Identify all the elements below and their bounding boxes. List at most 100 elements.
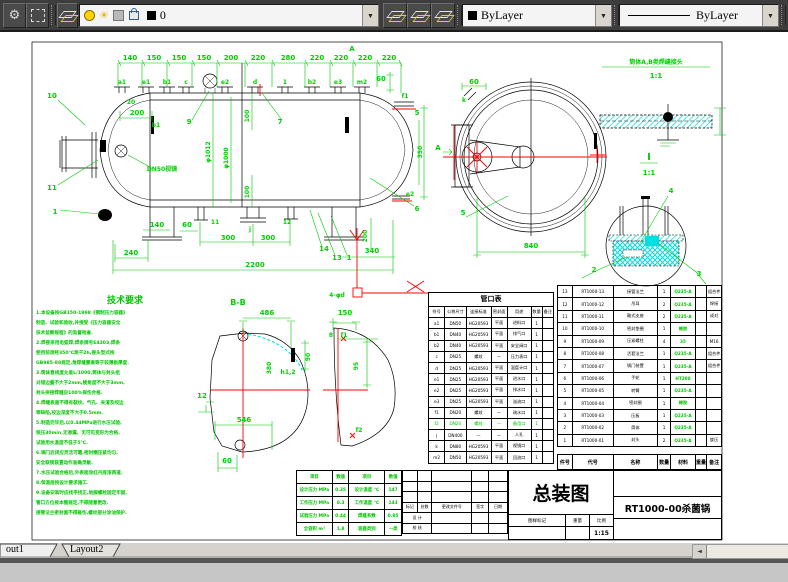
tech-req-line: 6.锅门启闭应灵活可靠,密封圈压紧均匀, [36, 451, 118, 456]
dim-200-left: 200 [130, 109, 145, 117]
layer-previous-button[interactable] [407, 3, 431, 28]
drawing-title: 总装图 [508, 470, 614, 515]
sun-icon[interactable]: ☀ [99, 9, 109, 22]
param-rows: 项目 数值 项目 数值 设计压力 MPa 0.35 设计温度 ℃ 147 工作压力 MPa 0… [296, 470, 402, 536]
part-10: 10 [47, 92, 57, 100]
code-cell-bottom [613, 518, 722, 540]
part-11-bot: 11 [211, 219, 219, 226]
port-e1: e1 [142, 79, 150, 86]
tech-req-line: 保压30min,无渗漏、无可见变形为合格, [36, 431, 120, 436]
freeze-icon[interactable] [112, 10, 124, 21]
bb-dim-150: 150 [338, 309, 353, 317]
scroll-left-button[interactable]: ◄ [693, 545, 707, 558]
bom-row: 13 RT1000-13 接管法兰 1 Q235-A 组合件 [557, 284, 722, 299]
nozzle-row: f2 DN20 螺纹 — 备用口 1 [427, 417, 555, 431]
layer-manager-button[interactable] [57, 3, 78, 28]
dim-20: 20 [127, 99, 135, 106]
port-1: 1 [283, 79, 287, 86]
linetype-dropdown[interactable]: ByLayer ▼ [619, 4, 779, 27]
nozzle-row: j DN400— — 人孔 1 [427, 429, 555, 442]
bom-header-row: 件号 代号 名称 数量 材料 重量 备注 [557, 454, 722, 470]
part-12-bot: 12 [283, 219, 291, 226]
end-view: 60 k A 5 840 [420, 78, 607, 258]
color-dropdown-arrow[interactable]: ▼ [595, 5, 611, 26]
tab-layout1[interactable]: out1 [6, 544, 24, 555]
part-11: 11 [47, 184, 57, 192]
make-layer-current-button[interactable] [383, 3, 407, 28]
nozzle-row: f1 DN20 螺纹 — 疏水口 1 [427, 406, 555, 419]
nozzle-row: m2 DN50 HG20593 平面 回流口 1 [427, 451, 555, 464]
dim-top-2: 150 [172, 54, 187, 62]
layer-states-button[interactable] [431, 3, 455, 28]
color-dropdown[interactable]: ByLayer ▼ [462, 4, 612, 27]
port-c: c [184, 79, 188, 86]
section-a-label: A [349, 45, 355, 53]
bom-row: 8 RT1000-08 活套法兰 1 Q235-A 组合件 [557, 346, 722, 361]
design-parameter-table: 项目 数值 项目 数值 设计压力 MPa 0.35 设计温度 ℃ 147 工作压力 MPa 0… [296, 470, 402, 536]
tech-req-line: 等缺陷,咬边深度不大于0.5mm. [36, 411, 104, 416]
tech-req-line: 管口方位按本图规定,不得随意更改. [36, 501, 109, 506]
tech-req-line: 7.水压试验合格后,外表面涂红丹底漆两道. [36, 471, 123, 476]
detail-part-4: 4 [669, 187, 674, 195]
settings-button[interactable]: ⚙ [3, 3, 26, 28]
param-row: 设计压力 MPa 0.35 设计温度 ℃ 147 [296, 483, 402, 497]
bulb-icon[interactable] [84, 10, 95, 21]
color-swatch [468, 11, 477, 20]
layer-stack-icon [388, 9, 403, 22]
bom-row: 6 RT1000-06 手轮 1 HT200 [557, 371, 722, 386]
dim-top-8: 220 [334, 54, 349, 62]
toolbar-grip[interactable] [51, 5, 56, 25]
ev-part-5: 5 [461, 209, 466, 217]
bom-row: 12 RT1000-12 吊耳 2 Q235-A 焊接 [557, 297, 722, 311]
dim-top-4: 200 [224, 54, 239, 62]
port-d: d [253, 79, 257, 86]
lock-icon[interactable] [128, 8, 139, 20]
dim-100-top: 100 [244, 110, 251, 123]
dim-300-a: 300 [221, 234, 236, 242]
mark-value [508, 526, 566, 540]
part-1-bot: 1 [347, 254, 352, 262]
dim-2200: 2200 [245, 261, 265, 269]
bb-dim-380: 380 [266, 362, 273, 375]
tech-req-line: 安全联锁装置动作准确灵敏. [36, 461, 93, 466]
tech-req-title: 技术要求 [106, 296, 143, 306]
tech-req-line: 8.保温层按设计要求施工. [36, 481, 89, 486]
dim-340: 340 [365, 247, 380, 255]
bb-dim-546: 546 [237, 416, 252, 424]
color-value: ByLayer [481, 8, 523, 22]
bom-row: 11 RT1000-11 鞍式支座 2 Q235-A 成对 [557, 309, 722, 324]
port-b2: b2 [308, 79, 316, 86]
part-14: 14 [319, 245, 329, 253]
bom-row: 9 RT1000-09 压紧螺柱 4 35 M16 [557, 334, 722, 348]
tab-layout2[interactable]: Layout2 [70, 544, 103, 555]
top-toolbar: ⚙ ☀ 0 ▼ ByLayer ▼ ByLayer ▼ [0, 0, 788, 32]
sig-design-row: 设 计 [401, 512, 508, 524]
horizontal-scrollbar[interactable]: ◄ [692, 544, 788, 559]
sight-glass-label: DN50视镜 [147, 165, 177, 173]
port-a1: a1 [118, 79, 126, 86]
layer-dropdown-arrow[interactable]: ▼ [362, 5, 378, 26]
nozzle-row: c DN25 螺纹 — 压力表口 1 [427, 350, 555, 363]
toolbar-grip4[interactable] [781, 5, 786, 25]
status-bar [0, 563, 788, 582]
linetype-dropdown-arrow[interactable]: ▼ [762, 5, 778, 26]
tech-req-line: 2.焊接采用电弧焊,焊条牌号E4303,焊条 [36, 341, 121, 346]
bom-row: 2 RT1000-02 筒体 1 Q235-A [557, 421, 722, 435]
front-view-dimensions: 140 150 150 150 200 220 280 220 220 220 … [47, 45, 424, 274]
nozzle-table-title: 管口表 [428, 292, 554, 306]
bb-4phid: 4-φd [329, 292, 345, 299]
weld-detail: 筒体A,B类焊缝接头 1:1 I 1:1 [599, 58, 726, 177]
nozzle-header-row: 符号 公称尺寸 连接标准 密封面 用途 数量 备注 [427, 305, 555, 319]
tech-req-line: 5.制造完毕后,以0.44MPa进行水压试验, [36, 421, 122, 426]
dia-1000: φ1000 [223, 147, 230, 168]
bom-row: 5 RT1000-05 转臂 1 Q235-A [557, 384, 722, 398]
tech-req-lines: 1.本设备按GB150-1998《钢制压力容器》 制造、试验和验收,并接受《压力容… [36, 309, 214, 519]
port-e2-right: e2 [406, 191, 414, 198]
scale-value: 1:15 [589, 526, 614, 540]
bb-title: B-B [230, 298, 246, 307]
plot-preview-button[interactable] [26, 3, 49, 28]
detail-i-label: I [647, 152, 651, 163]
ev-dim-60: 60 [469, 78, 479, 86]
layer-dropdown[interactable]: ☀ 0 ▼ [79, 4, 379, 27]
bom-table: 13 RT1000-13 接管法兰 1 Q235-A 组合件 12 RT1000-12 吊耳… [557, 284, 722, 448]
